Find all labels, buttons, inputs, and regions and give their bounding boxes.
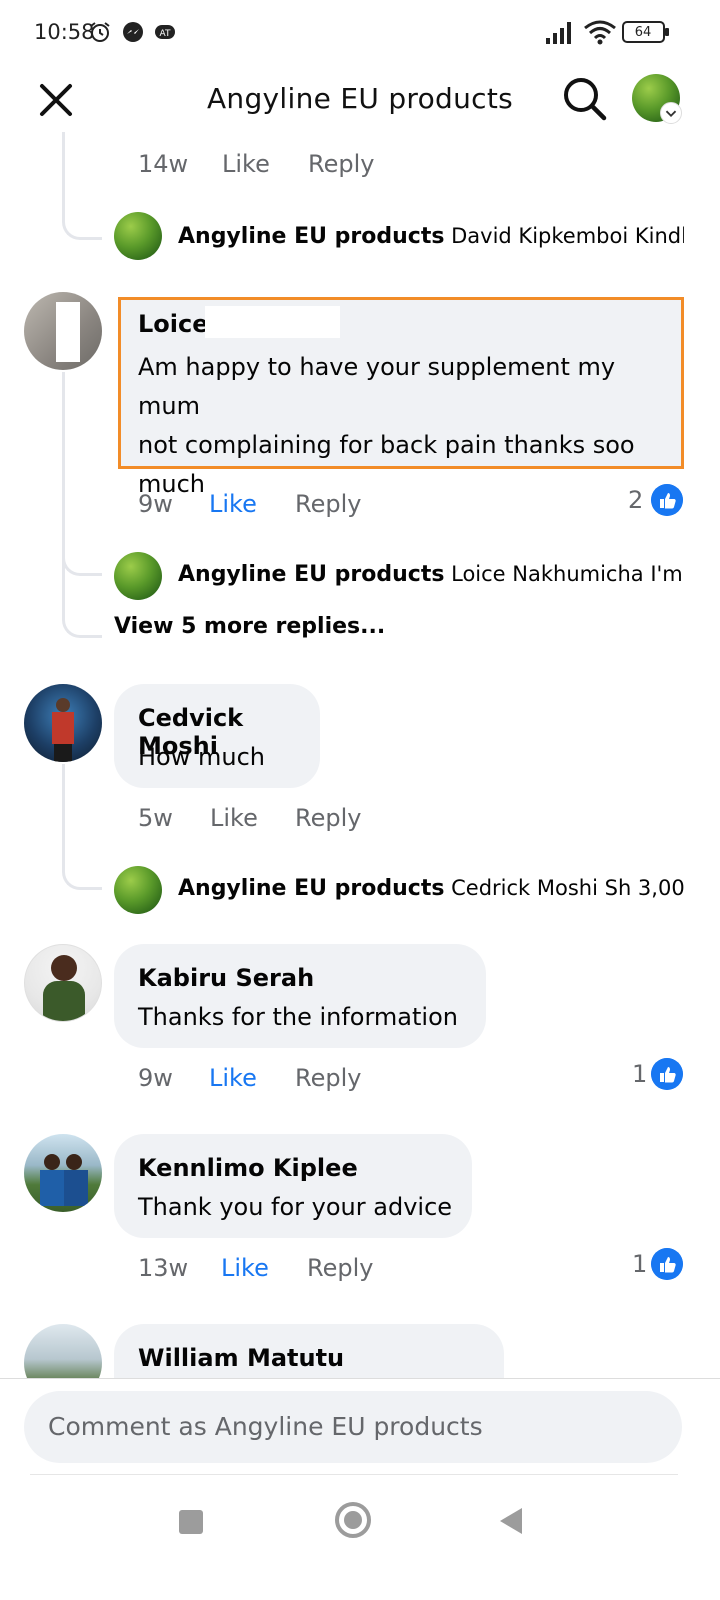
- avatar[interactable]: [114, 212, 162, 260]
- thread-connector: [62, 200, 102, 240]
- chevron-down-icon: [660, 102, 682, 124]
- comment-bubble[interactable]: Kennlimo Kiplee Thank you for your advic…: [114, 1134, 472, 1238]
- system-nav-bar: [0, 1478, 720, 1600]
- comment-partial: William Matutu: [0, 1320, 720, 1378]
- reaction-count[interactable]: 1: [632, 1060, 647, 1088]
- comment-time: 14w: [138, 150, 189, 178]
- nested-reply[interactable]: Angyline EU products Cedrick Moshi Sh 3,…: [178, 876, 684, 901]
- comment-text: Am happy to have your supplement my mum …: [138, 348, 681, 504]
- thread-connector: [62, 372, 65, 612]
- avatar[interactable]: [24, 1324, 102, 1378]
- avatar[interactable]: [114, 552, 162, 600]
- comment-time: 13w: [138, 1254, 189, 1282]
- like-button[interactable]: Like: [210, 804, 258, 832]
- notification-icon: AT: [155, 25, 175, 39]
- signal-icon: [546, 22, 571, 44]
- nested-reply[interactable]: Angyline EU products David Kipkemboi Kin…: [178, 224, 684, 249]
- avatar[interactable]: [24, 292, 102, 370]
- like-button[interactable]: Like: [222, 150, 270, 178]
- app-header: Angyline EU products: [0, 68, 720, 132]
- nested-reply[interactable]: Angyline EU products Loice Nakhumicha I'…: [178, 562, 684, 587]
- thread-connector: [62, 764, 65, 850]
- comment-text: Thanks for the information: [138, 1003, 458, 1031]
- reply-button[interactable]: Reply: [308, 150, 374, 178]
- view-more-replies-link[interactable]: View 5 more replies...: [114, 614, 385, 639]
- reply-text: David Kipkemboi Kindly co...: [451, 224, 684, 248]
- reply-author: Angyline EU products: [178, 224, 445, 249]
- comment-author[interactable]: William Matutu: [138, 1344, 344, 1372]
- profile-avatar-button[interactable]: [632, 74, 682, 124]
- reply-button[interactable]: Reply: [295, 1064, 361, 1092]
- comment-bubble[interactable]: Cedvick Moshi How much: [114, 684, 320, 788]
- comment-author[interactable]: Loice: [138, 310, 209, 338]
- back-icon[interactable]: [500, 1508, 522, 1534]
- avatar[interactable]: [24, 684, 102, 762]
- avatar[interactable]: [24, 944, 102, 1022]
- comment-bubble[interactable]: William Matutu: [114, 1324, 504, 1378]
- reply-author: Angyline EU products: [178, 876, 445, 901]
- search-icon[interactable]: [560, 74, 608, 122]
- reply-author: Angyline EU products: [178, 562, 445, 587]
- reply-text: Cedrick Moshi Sh 3,000. Y...: [451, 876, 684, 900]
- comment-bubble[interactable]: Kabiru Serah Thanks for the information: [114, 944, 486, 1048]
- thread-connector: [62, 540, 102, 576]
- divider: [30, 1474, 678, 1475]
- like-button[interactable]: Like: [209, 490, 257, 518]
- comment-text-line: not complaining for back pain thanks soo: [138, 431, 635, 459]
- reaction-count[interactable]: 2: [628, 486, 643, 514]
- battery-level: 64: [634, 25, 652, 40]
- status-time: 10:58: [34, 20, 95, 44]
- status-bar: 10:58 AT 64: [0, 0, 720, 68]
- comment-bubble-highlighted[interactable]: Loice Am happy to have your supplement m…: [118, 297, 684, 498]
- comment-text: Thank you for your advice: [138, 1193, 453, 1221]
- like-button[interactable]: Like: [209, 1064, 257, 1092]
- reply-text: Loice Nakhumicha I'm so h...: [451, 562, 684, 586]
- comment-time: 9w: [138, 490, 173, 518]
- reply-button[interactable]: Reply: [307, 1254, 373, 1282]
- thread-connector: [62, 600, 102, 638]
- thread-connector: [62, 850, 102, 890]
- comment-composer: Comment as Angyline EU products: [0, 1378, 720, 1474]
- alarm-icon: [90, 22, 110, 42]
- messenger-icon: [123, 22, 143, 42]
- avatar[interactable]: [24, 1134, 102, 1212]
- reply-button[interactable]: Reply: [295, 490, 361, 518]
- home-icon[interactable]: [335, 1502, 371, 1538]
- thumbs-up-icon: [651, 1058, 683, 1090]
- like-button[interactable]: Like: [221, 1254, 269, 1282]
- comment-author[interactable]: Kabiru Serah: [138, 964, 314, 992]
- reply-button[interactable]: Reply: [295, 804, 361, 832]
- comment-time: 9w: [138, 1064, 173, 1092]
- wifi-icon: [584, 20, 616, 45]
- avatar[interactable]: [114, 866, 162, 914]
- comment-text: How much: [138, 743, 265, 771]
- redacted-surname: [205, 306, 340, 338]
- page-title: Angyline EU products: [206, 82, 514, 115]
- comment-text-line: Am happy to have your supplement my mum: [138, 353, 616, 420]
- comment-time: 5w: [138, 804, 173, 832]
- thumbs-up-icon: [651, 1248, 683, 1280]
- comment-author[interactable]: Kennlimo Kiplee: [138, 1154, 358, 1182]
- recents-icon[interactable]: [179, 1510, 203, 1534]
- comment-input[interactable]: Comment as Angyline EU products: [24, 1391, 682, 1463]
- thumbs-up-icon: [651, 484, 683, 516]
- reaction-count[interactable]: 1: [632, 1250, 647, 1278]
- svg-text:AT: AT: [160, 29, 171, 39]
